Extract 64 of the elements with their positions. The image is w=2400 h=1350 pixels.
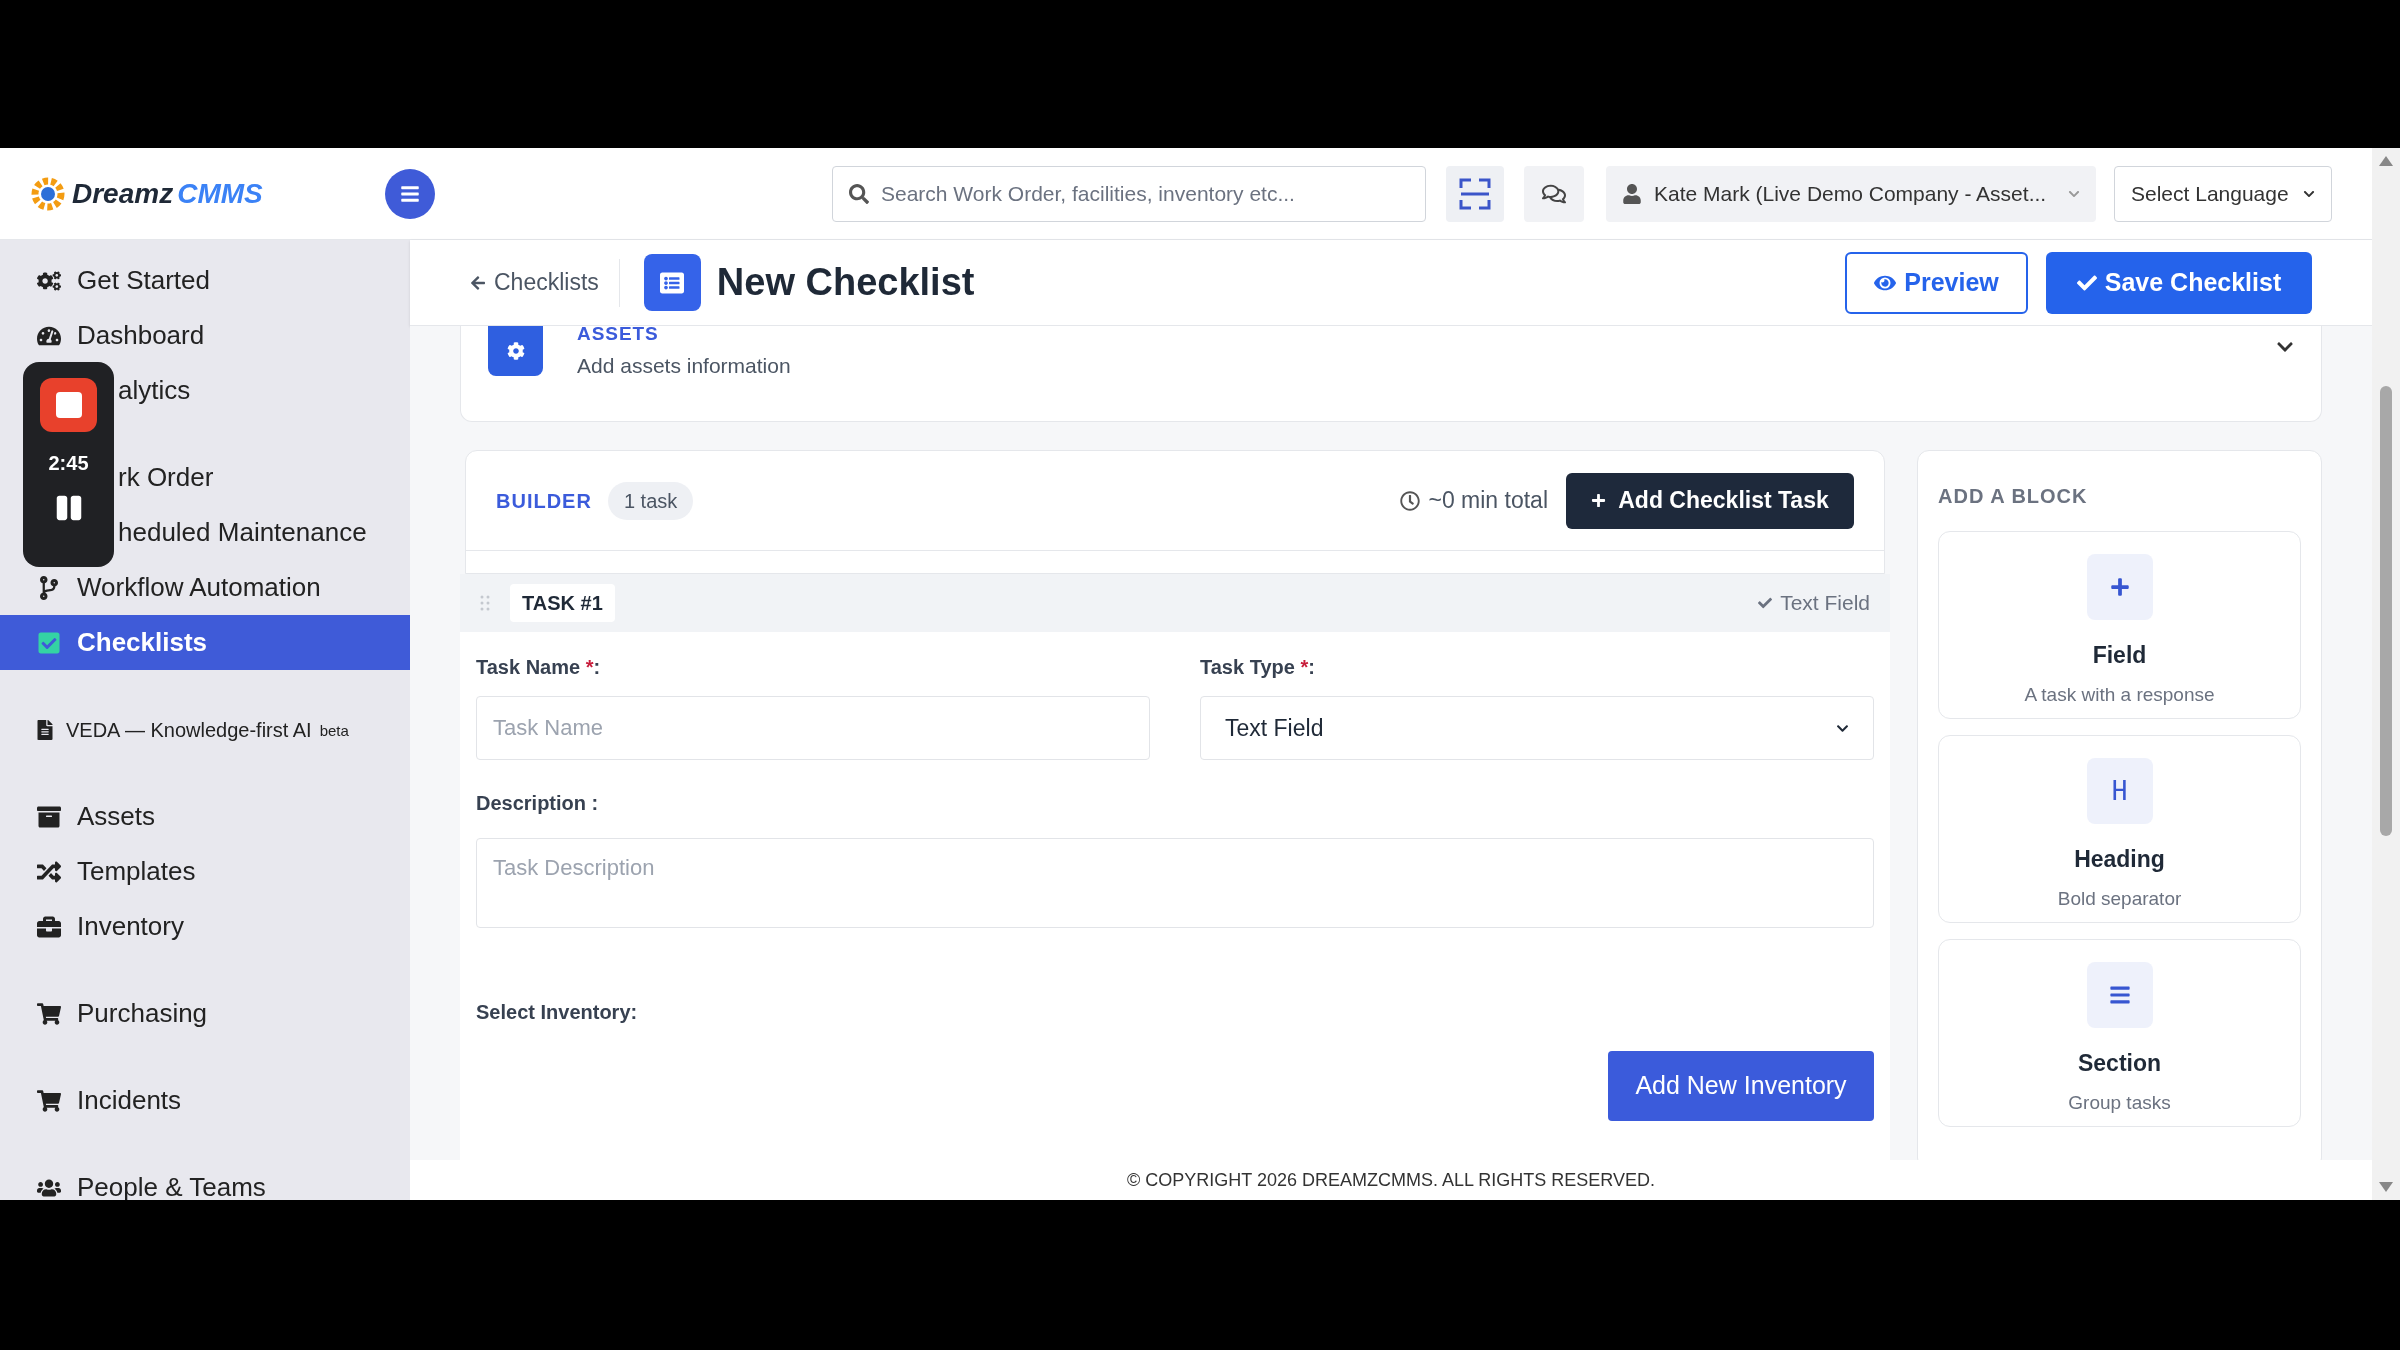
block-card[interactable]: Section Group tasks [1938,939,2301,1127]
task-type-select[interactable]: Text Field [1200,696,1874,760]
field-label: Description : [476,791,600,816]
lines-icon [2086,962,2153,1028]
builder-title: BUILDER [496,488,592,514]
sidebar-item[interactable]: Templates [0,844,410,899]
task-count: 1 task [607,481,694,520]
block-card[interactable]: Field A task with a response [1938,531,2301,719]
heading-icon: H [2086,758,2153,824]
task-number: TASK #1 [510,584,615,622]
sidebar-item[interactable]: rk Order [118,450,214,505]
recording-time: 2:45 [48,451,89,476]
user-menu[interactable]: Kate Mark (Live Demo Company - Asset... [1606,165,2096,222]
beta-label: beta [319,721,349,742]
search-field[interactable]: Search Work Order, facilities, inventory etc... [832,165,1426,222]
checklist-icon [643,254,701,311]
sidebar-item[interactable]: Workflow Automation [0,560,410,615]
assets-card[interactable]: ASSETS Add assets information [460,326,2322,422]
add-inventory-button[interactable]: Add New Inventory [1608,1051,1874,1121]
task-name-field[interactable]: Task Name [476,696,1150,760]
sidebar-item[interactable]: heduled Maintenance [118,505,367,560]
preview-button[interactable]: Preview [1845,251,2028,314]
sidebar-item[interactable]: Checklists [0,615,410,670]
sidebar-item[interactable]: VEDA — Knowledge-first AI beta [0,702,410,757]
user-icon [1622,183,1642,204]
clock-icon [1400,490,1421,511]
back-link[interactable]: Checklists [470,258,620,307]
chat-button[interactable] [1524,165,1584,222]
total-time: ~0 min total [1428,486,1548,516]
check-icon [1758,596,1773,610]
panel-title: ADD A BLOCK [1938,484,2089,509]
sidebar-item[interactable]: alytics [118,363,191,418]
pause-icon [55,494,82,522]
menu-button[interactable] [385,168,435,219]
page-title: New Checklist [716,260,975,305]
sidebar-item[interactable]: Dashboard [0,308,410,363]
sidebar-item[interactable]: Incidents [0,1073,410,1128]
scrollbar[interactable] [2372,148,2400,1200]
search-icon [849,183,869,204]
task-type-label: Text Field [1780,590,1870,617]
sidebar-item[interactable]: Get Started [0,253,410,308]
language-select[interactable]: Select Language [2114,165,2332,222]
search-input[interactable]: Search Work Order, facilities, inventory etc... [881,177,1409,210]
drag-handle-icon[interactable] [480,595,490,611]
field-label: Select Inventory: [476,1000,639,1025]
stop-button[interactable] [40,378,97,432]
field-label: Task Type *: [1200,655,1316,680]
field-label: Task Name *: [476,655,602,680]
sidebar-item[interactable]: Inventory [0,899,410,954]
sidebar-item[interactable]: Assets [0,789,410,844]
sidebar-item[interactable]: Purchasing [0,986,410,1041]
plus-icon [2086,554,2153,620]
add-task-button[interactable]: Add Checklist Task [1566,472,1854,529]
logo[interactable]: DreamzCMMS [28,172,263,215]
scan-button[interactable] [1446,165,1504,222]
description-field[interactable]: Task Description [476,838,1874,928]
back-arrow-icon [470,274,486,291]
pause-button[interactable] [55,494,82,522]
save-button[interactable]: Save Checklist [2046,251,2312,314]
plus-icon [1591,493,1607,508]
document-icon [36,719,54,740]
assets-title: ASSETS [577,326,660,346]
assets-subtitle: Add assets information [577,352,791,379]
block-card[interactable]: H Heading Bold separator [1938,735,2301,923]
